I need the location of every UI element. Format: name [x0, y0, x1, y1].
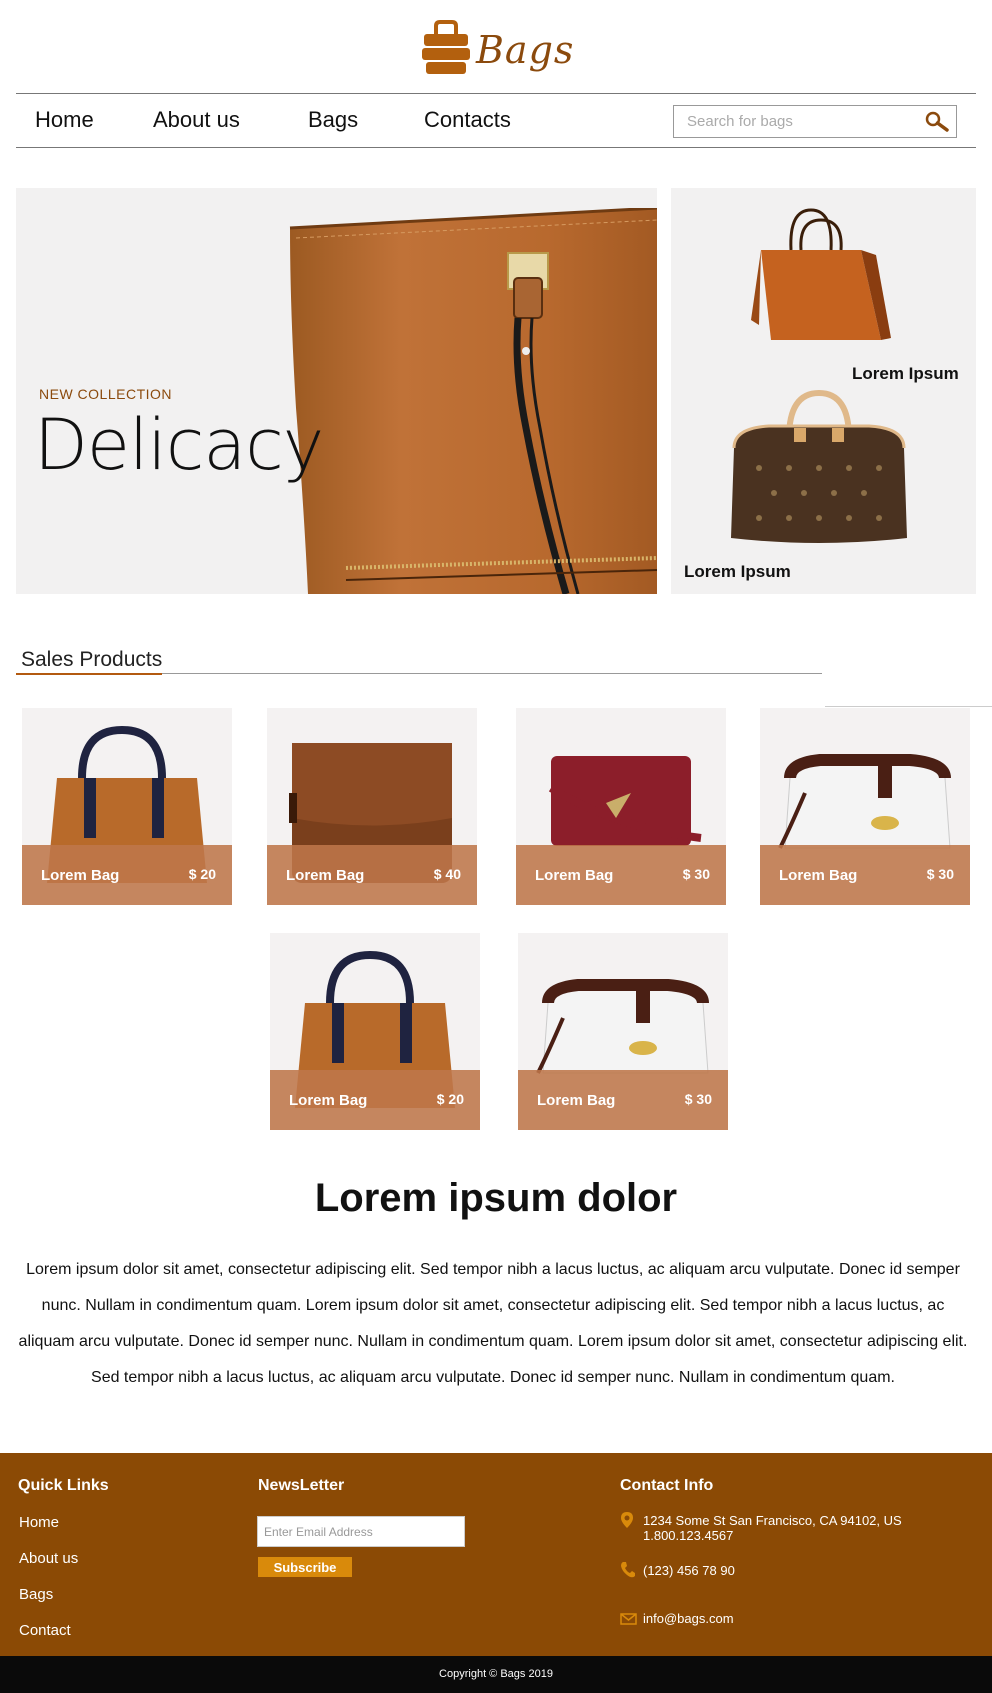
product-price: $ 40: [433, 866, 461, 882]
footer-link-contact[interactable]: Contact: [19, 1622, 71, 1639]
hero-title: Delicacy: [34, 404, 324, 486]
location-pin-icon: [621, 1512, 633, 1528]
about-text: Lorem ipsum dolor sit amet, consectetur …: [18, 1261, 968, 1386]
product-name: Lorem Bag: [286, 867, 365, 884]
hero-eyebrow: NEW COLLECTION: [39, 386, 173, 402]
contact-address: 1234 Some St San Francisco, CA 94102, US…: [643, 1513, 902, 1543]
hero-bag-image: [289, 208, 657, 594]
product-price: $ 30: [682, 866, 710, 882]
featured-label-1[interactable]: Lorem Ipsum: [852, 364, 959, 384]
product-name: Lorem Bag: [289, 1092, 368, 1109]
brand-name: Bags: [476, 28, 575, 72]
product-card[interactable]: Lorem Bag $ 20: [22, 708, 232, 905]
brand-logo[interactable]: Bags: [420, 18, 573, 80]
featured-bag-image-2[interactable]: [729, 388, 909, 548]
footer-link-bags[interactable]: Bags: [19, 1586, 53, 1603]
search-input[interactable]: [674, 106, 914, 137]
sales-divider: [162, 673, 822, 674]
product-card[interactable]: Lorem Bag $ 20: [270, 933, 480, 1130]
contact-email[interactable]: info@bags.com: [643, 1611, 734, 1626]
contact-phone: (123) 456 78 90: [643, 1563, 735, 1578]
hero-banner[interactable]: NEW COLLECTION Delicacy: [16, 188, 657, 594]
product-card[interactable]: Lorem Bag $ 30: [760, 708, 970, 905]
product-price: $ 30: [684, 1091, 712, 1107]
nav-bags[interactable]: Bags: [308, 107, 358, 133]
featured-bag-image-1[interactable]: [741, 200, 891, 350]
about-title: Lorem ipsum dolor: [314, 1176, 678, 1220]
sales-title-underline: [16, 673, 162, 675]
product-card[interactable]: Lorem Bag $ 30: [518, 933, 728, 1130]
product-card[interactable]: Lorem Bag $ 40: [267, 708, 477, 905]
nav-home[interactable]: Home: [35, 107, 94, 133]
footer-link-about-us[interactable]: About us: [19, 1550, 78, 1567]
product-name: Lorem Bag: [779, 867, 858, 884]
sales-divider-right: [825, 706, 992, 707]
product-card[interactable]: Lorem Bag $ 30: [516, 708, 726, 905]
side-featured: Lorem Ipsum Lorem Ipsum: [671, 188, 976, 594]
main-nav: Home About us Bags Contacts: [16, 93, 976, 148]
quick-links-title: Quick Links: [18, 1477, 109, 1494]
footer-link-home[interactable]: Home: [19, 1514, 59, 1531]
newsletter-email-input[interactable]: [257, 1516, 465, 1547]
newsletter-title: NewsLetter: [258, 1477, 345, 1494]
product-price: $ 30: [926, 866, 954, 882]
search-icon[interactable]: [924, 111, 950, 133]
footer: Quick Links Home About us Bags Contact N…: [0, 1453, 992, 1656]
product-name: Lorem Bag: [41, 867, 120, 884]
product-name: Lorem Bag: [537, 1092, 616, 1109]
product-price: $ 20: [436, 1091, 464, 1107]
phone-icon: [621, 1562, 635, 1578]
nav-about-us[interactable]: About us: [153, 107, 240, 133]
mail-icon: [620, 1613, 637, 1625]
search-box: [673, 105, 957, 138]
sales-title: Sales Products: [21, 648, 163, 671]
nav-contacts[interactable]: Contacts: [424, 107, 511, 133]
copyright: Copyright © Bags 2019: [0, 1656, 992, 1693]
subscribe-button[interactable]: Subscribe: [258, 1557, 352, 1577]
contact-info-title: Contact Info: [620, 1477, 714, 1494]
featured-label-2[interactable]: Lorem Ipsum: [684, 562, 791, 582]
bag-logo-icon: [422, 20, 470, 74]
product-price: $ 20: [188, 866, 216, 882]
product-name: Lorem Bag: [535, 867, 614, 884]
